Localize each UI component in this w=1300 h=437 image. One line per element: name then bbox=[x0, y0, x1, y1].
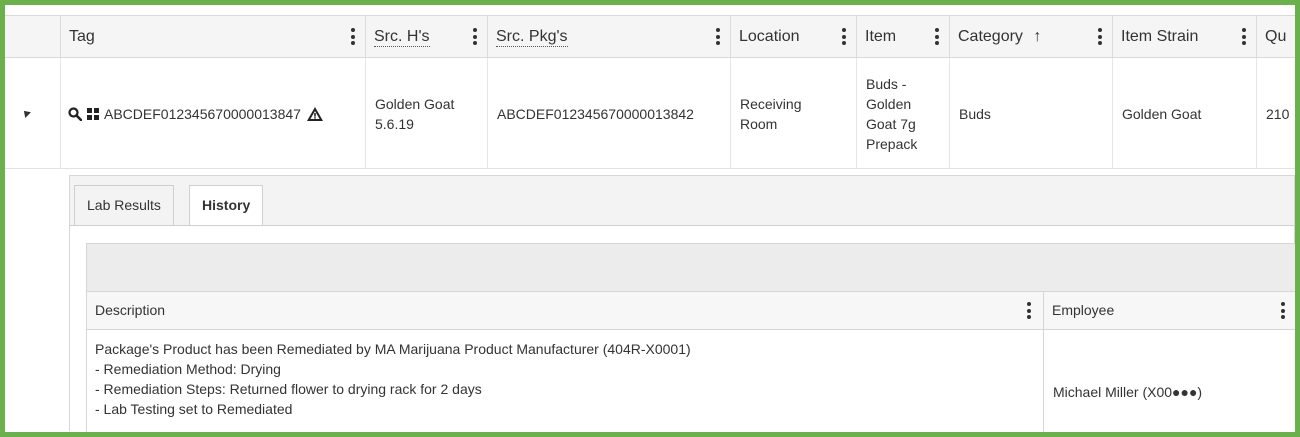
history-description-cell: Package's Product has been Remediated by… bbox=[87, 330, 1043, 432]
header-location[interactable]: Location bbox=[730, 16, 856, 57]
header-item-strain[interactable]: Item Strain bbox=[1112, 16, 1256, 57]
detail-tabstrip: Lab Results History Description Employee bbox=[69, 175, 1295, 432]
row-category-cell: Buds bbox=[949, 58, 1112, 169]
history-grid-header: Description Employee bbox=[87, 292, 1295, 330]
collapse-caret-icon[interactable] bbox=[21, 108, 31, 118]
sort-ascending-icon: ↑ bbox=[1033, 28, 1042, 45]
header-employee[interactable]: Employee bbox=[1043, 292, 1295, 329]
header-item-label: Item bbox=[865, 28, 897, 45]
row-tag-cell: ABCDEF012345670000013847 bbox=[60, 58, 365, 169]
history-row: Package's Product has been Remediated by… bbox=[87, 330, 1295, 432]
column-menu-icon[interactable] bbox=[935, 28, 939, 45]
column-menu-icon[interactable] bbox=[1098, 28, 1102, 45]
warning-icon bbox=[306, 106, 323, 121]
employee-value: Michael Miller (X00●●●) bbox=[1053, 384, 1203, 400]
header-tag[interactable]: Tag bbox=[60, 16, 365, 57]
package-tag: ABCDEF012345670000013847 bbox=[104, 105, 301, 122]
header-src-h-label: Src. H's bbox=[374, 28, 430, 47]
src-pkg-value: ABCDEF012345670000013842 bbox=[497, 105, 694, 122]
row-expand-cell[interactable] bbox=[5, 58, 60, 169]
column-menu-icon[interactable] bbox=[842, 28, 846, 45]
row-detail-panel: Lab Results History Description Employee bbox=[61, 169, 1295, 432]
item-line-1: Buds - bbox=[866, 75, 907, 92]
column-menu-icon[interactable] bbox=[716, 28, 720, 45]
app-frame: Tag Src. H's Src. Pkg's Location Item Ca… bbox=[0, 0, 1300, 437]
header-description[interactable]: Description bbox=[87, 292, 1043, 329]
column-menu-icon[interactable] bbox=[1242, 28, 1246, 45]
header-description-label: Description bbox=[95, 302, 166, 318]
header-tag-label: Tag bbox=[69, 28, 95, 45]
history-employee-cell: Michael Miller (X00●●●) bbox=[1043, 330, 1295, 432]
column-menu-icon[interactable] bbox=[1027, 302, 1031, 319]
row-quantity-cell: 210 bbox=[1256, 58, 1295, 169]
item-strain-value: Golden Goat bbox=[1122, 105, 1202, 122]
category-value: Buds bbox=[959, 105, 991, 122]
item-line-4: Prepack bbox=[866, 135, 918, 152]
history-panel: Description Employee Package's Product h… bbox=[70, 225, 1295, 432]
grid-icon[interactable] bbox=[87, 107, 99, 120]
description-line-4: - Lab Testing set to Remediated bbox=[95, 401, 293, 417]
location-line-1: Receiving bbox=[740, 95, 802, 112]
column-menu-icon[interactable] bbox=[473, 28, 477, 45]
header-item[interactable]: Item bbox=[856, 16, 949, 57]
row-location-cell: Receiving Room bbox=[730, 58, 856, 169]
header-src-h[interactable]: Src. H's bbox=[365, 16, 487, 57]
header-category[interactable]: Category ↑ bbox=[949, 16, 1112, 57]
header-quantity-label: Qu bbox=[1265, 28, 1287, 45]
src-h-line-1: Golden Goat bbox=[375, 95, 455, 112]
description-line-3: - Remediation Steps: Returned flower to … bbox=[95, 381, 482, 397]
history-toolbar bbox=[87, 244, 1295, 292]
description-line-2: - Remediation Method: Drying bbox=[95, 361, 281, 377]
location-line-2: Room bbox=[740, 115, 778, 132]
quantity-value: 210 bbox=[1266, 105, 1290, 122]
column-menu-icon[interactable] bbox=[351, 28, 355, 45]
description-line-1: Package's Product has been Remediated by… bbox=[95, 341, 691, 357]
tab-lab-results[interactable]: Lab Results bbox=[74, 185, 174, 225]
grid-header: Tag Src. H's Src. Pkg's Location Item Ca… bbox=[5, 15, 1295, 58]
header-item-strain-label: Item Strain bbox=[1121, 28, 1199, 45]
tab-history[interactable]: History bbox=[189, 185, 264, 227]
header-expand-column bbox=[5, 16, 60, 57]
src-h-line-2: 5.6.19 bbox=[375, 115, 414, 132]
row-item-strain-cell: Golden Goat bbox=[1112, 58, 1256, 169]
header-category-label: Category bbox=[958, 28, 1023, 45]
header-location-label: Location bbox=[739, 28, 800, 45]
header-employee-label: Employee bbox=[1052, 302, 1115, 318]
history-grid: Description Employee Package's Product h… bbox=[86, 243, 1295, 432]
row-src-h-cell: Golden Goat 5.6.19 bbox=[365, 58, 487, 169]
column-menu-icon[interactable] bbox=[1281, 302, 1285, 319]
header-quantity[interactable]: Qu bbox=[1256, 16, 1295, 57]
header-src-pkg-label: Src. Pkg's bbox=[496, 28, 568, 47]
row-item-cell: Buds - Golden Goat 7g Prepack bbox=[856, 58, 949, 169]
item-line-3: Goat 7g bbox=[866, 115, 916, 132]
row-src-pkg-cell: ABCDEF012345670000013842 bbox=[487, 58, 730, 169]
item-line-2: Golden bbox=[866, 95, 912, 112]
header-src-pkg[interactable]: Src. Pkg's bbox=[487, 16, 730, 57]
search-icon[interactable] bbox=[68, 106, 82, 121]
table-row[interactable]: ABCDEF012345670000013847 Golden Goat 5.6… bbox=[5, 58, 1295, 169]
